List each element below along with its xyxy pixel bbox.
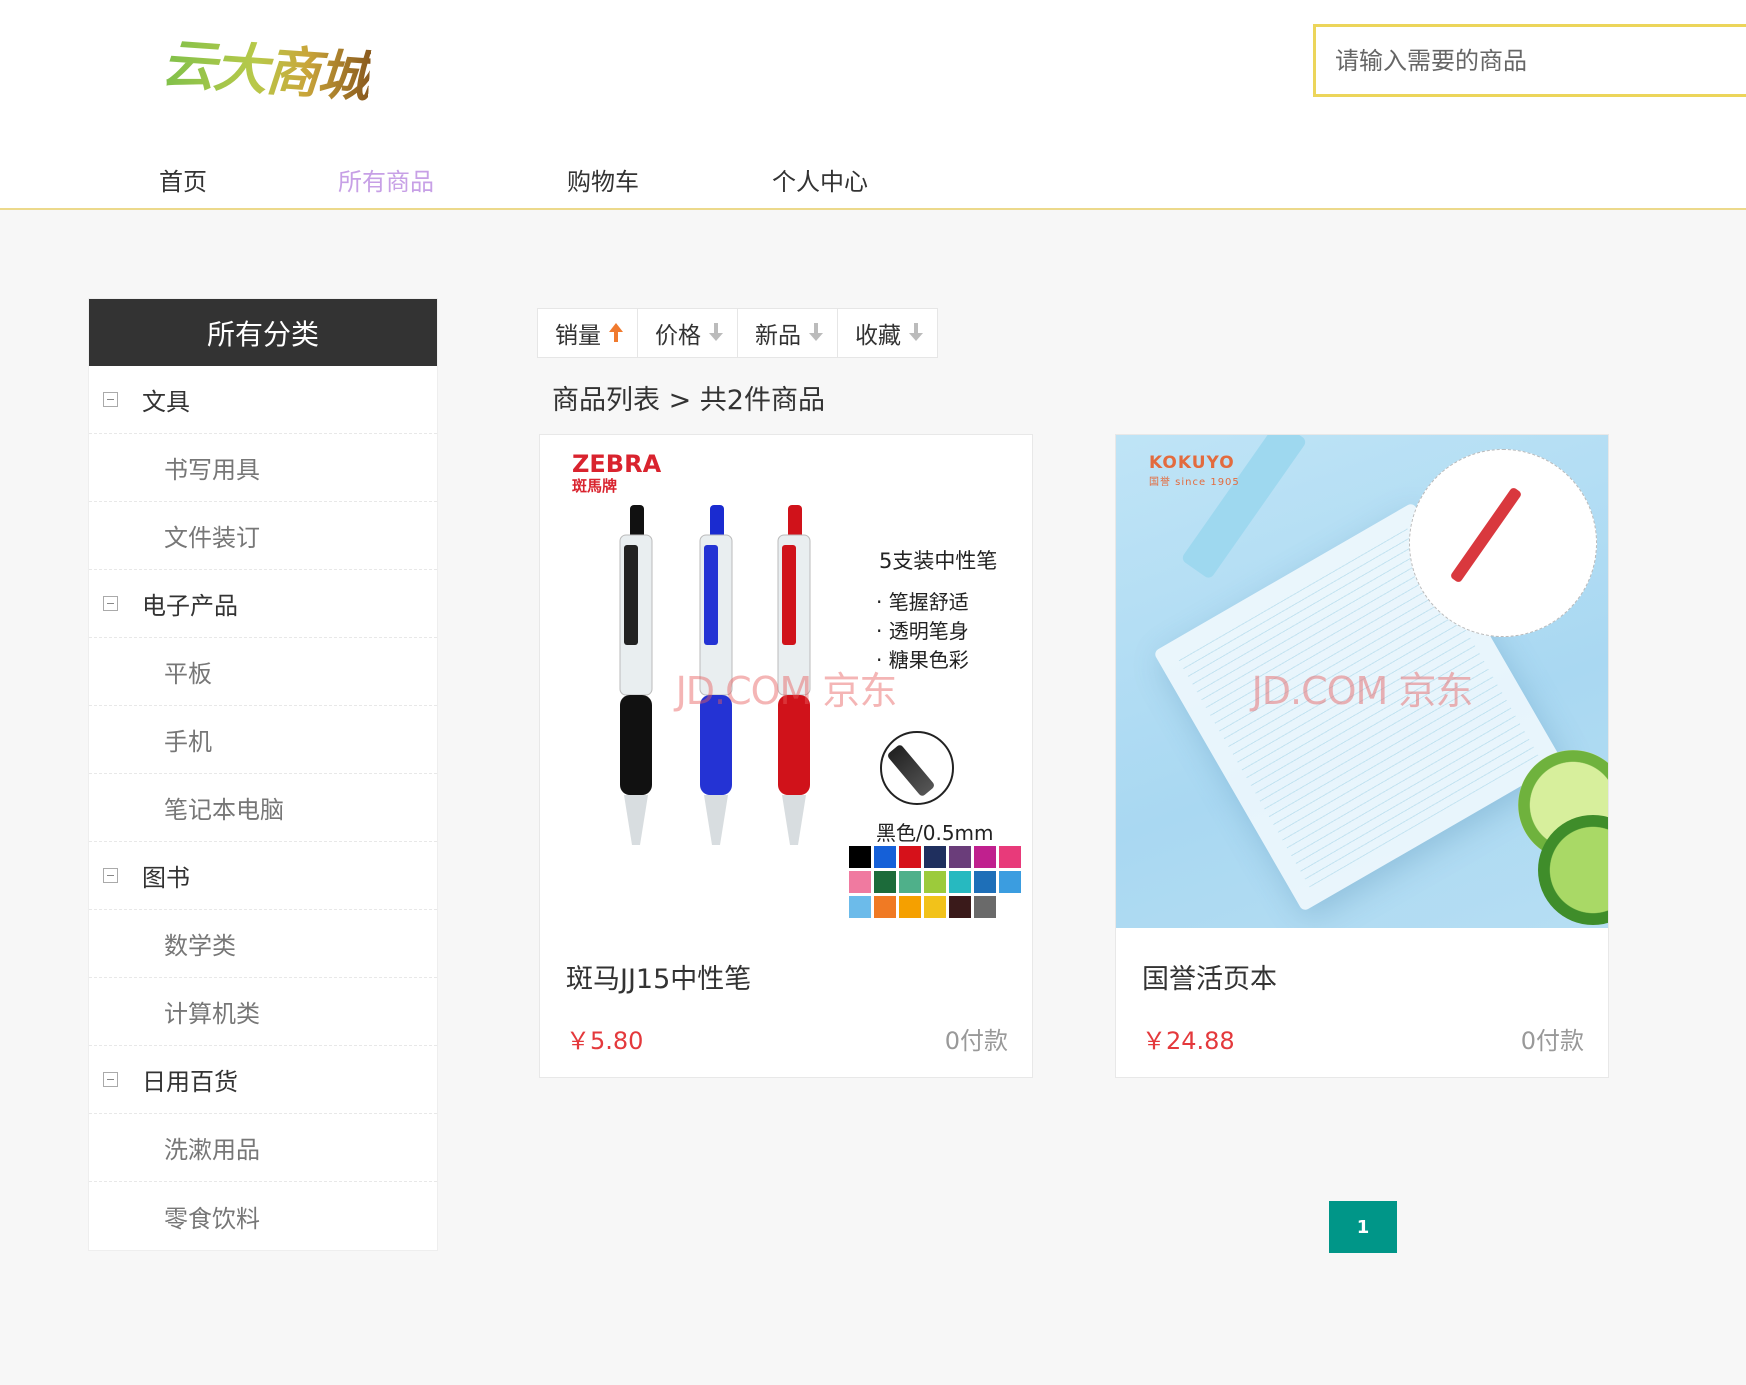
list-title: 商品列表 > 共2件商品: [552, 385, 825, 416]
color-swatch: [874, 871, 896, 893]
product-image[interactable]: ZEBRA 斑馬牌 5支装中性笔 · 笔握舒适 · 透明笔身 · 糖果色彩 黑色…: [540, 435, 1032, 928]
nav-profile[interactable]: 个人中心: [772, 162, 868, 197]
product-paid-count: 0付款: [1520, 1027, 1584, 1055]
color-swatch: [874, 846, 896, 868]
brand-name: KOKUYO: [1149, 453, 1235, 473]
arrow-up-icon: [609, 323, 623, 343]
product-name[interactable]: 国誉活页本: [1142, 957, 1277, 996]
category-daily[interactable]: 日用百货: [89, 1046, 437, 1114]
collapse-icon[interactable]: [103, 868, 118, 883]
category-label: 电子产品: [142, 592, 238, 620]
category-laptop[interactable]: 笔记本电脑: [89, 774, 437, 842]
color-swatches: [849, 846, 1021, 918]
collapse-icon[interactable]: [103, 1072, 118, 1087]
sort-label: 销量: [555, 323, 601, 349]
sort-favorite[interactable]: 收藏: [838, 309, 937, 357]
sort-label: 价格: [655, 323, 701, 349]
color-swatch: [849, 896, 871, 918]
product-image[interactable]: KOKUYO 国誉 since 1905 JD.COM 京东: [1116, 435, 1608, 928]
collapse-icon[interactable]: [103, 596, 118, 611]
color-swatch: [899, 846, 921, 868]
color-swatch: [974, 896, 996, 918]
category-electronics[interactable]: 电子产品: [89, 570, 437, 638]
pen-tip-illustration: [880, 731, 954, 805]
product-price: ￥5.80: [566, 1027, 644, 1055]
sort-label: 新品: [755, 323, 801, 349]
category-toiletries[interactable]: 洗漱用品: [89, 1114, 437, 1182]
product-price: ￥24.88: [1142, 1027, 1235, 1055]
sort-bar: 销量 价格 新品 收藏: [537, 308, 938, 358]
sidebar-title: 所有分类: [89, 299, 437, 366]
color-swatch: [849, 846, 871, 868]
color-swatch: [849, 871, 871, 893]
search-box[interactable]: [1313, 24, 1746, 97]
product-card[interactable]: ZEBRA 斑馬牌 5支装中性笔 · 笔握舒适 · 透明笔身 · 糖果色彩 黑色…: [539, 434, 1033, 1078]
nav-cart[interactable]: 购物车: [567, 162, 639, 197]
feature-bullet: · 笔握舒适: [876, 590, 969, 614]
watermark: JD.COM 京东: [675, 669, 898, 713]
category-label: 文具: [142, 388, 190, 416]
category-label: 图书: [142, 864, 190, 892]
arrow-down-icon: [909, 323, 923, 343]
sort-price[interactable]: 价格: [638, 309, 738, 357]
product-paid-count: 0付款: [944, 1027, 1008, 1055]
category-computer[interactable]: 计算机类: [89, 978, 437, 1046]
color-swatch: [999, 846, 1021, 868]
category-tablet[interactable]: 平板: [89, 638, 437, 706]
arrow-down-icon: [709, 323, 723, 343]
product-headline: 5支装中性笔: [879, 549, 998, 573]
brand-subname: 斑馬牌: [572, 477, 618, 495]
color-swatch: [999, 871, 1021, 893]
color-swatch: [899, 896, 921, 918]
page-1-button[interactable]: 1: [1329, 1201, 1397, 1253]
category-stationery[interactable]: 文具: [89, 366, 437, 434]
product-name[interactable]: 斑马JJ15中性笔: [566, 957, 751, 996]
header: 云大商城 首页 所有商品 购物车 个人中心: [0, 0, 1746, 210]
color-swatch: [974, 871, 996, 893]
category-label: 日用百货: [142, 1068, 238, 1096]
color-swatch: [974, 846, 996, 868]
color-swatch: [874, 896, 896, 918]
search-input[interactable]: [1316, 27, 1746, 94]
sort-new[interactable]: 新品: [738, 309, 838, 357]
nav-all-products[interactable]: 所有商品: [338, 162, 434, 197]
feature-bullet: · 透明笔身: [876, 619, 969, 643]
color-swatch: [949, 871, 971, 893]
collapse-icon[interactable]: [103, 392, 118, 407]
color-swatch: [949, 896, 971, 918]
product-card[interactable]: KOKUYO 国誉 since 1905 JD.COM 京东 国誉活页本 ￥24.…: [1115, 434, 1609, 1078]
category-math[interactable]: 数学类: [89, 910, 437, 978]
category-snacks[interactable]: 零食饮料: [89, 1182, 437, 1250]
color-swatch: [924, 871, 946, 893]
color-swatch: [924, 846, 946, 868]
product-spec: 黑色/0.5mm: [876, 821, 994, 845]
brand-logo: KOKUYO 国誉 since 1905: [1149, 453, 1240, 488]
color-swatch: [899, 871, 921, 893]
category-binding[interactable]: 文件装订: [89, 502, 437, 570]
color-swatch: [949, 846, 971, 868]
category-sidebar: 所有分类 文具 书写用具 文件装订 电子产品 平板 手机 笔记本电脑 图书 数学…: [88, 298, 438, 1251]
watermark: JD.COM 京东: [1251, 669, 1474, 713]
brand-logo: ZEBRA 斑馬牌: [572, 450, 662, 497]
brand-name: ZEBRA: [572, 450, 662, 478]
product-copy: 5支装中性笔 · 笔握舒适 · 透明笔身 · 糖果色彩: [876, 547, 997, 675]
brand-subname: 国誉 since 1905: [1149, 477, 1240, 488]
category-writing[interactable]: 书写用具: [89, 434, 437, 502]
sort-sales[interactable]: 销量: [538, 309, 638, 357]
writing-closeup: [1409, 449, 1597, 637]
sort-label: 收藏: [855, 323, 901, 349]
arrow-down-icon: [809, 323, 823, 343]
color-swatch: [924, 896, 946, 918]
nav-home[interactable]: 首页: [159, 162, 207, 197]
category-books[interactable]: 图书: [89, 842, 437, 910]
category-phone[interactable]: 手机: [89, 706, 437, 774]
site-logo[interactable]: 云大商城: [159, 19, 372, 112]
